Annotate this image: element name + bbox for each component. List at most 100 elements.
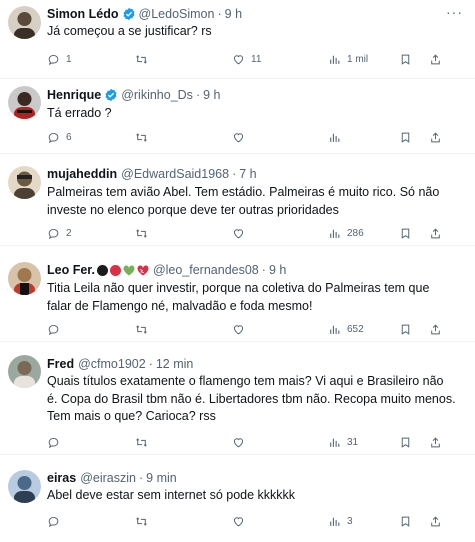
user-handle[interactable]: @rikinho_Ds — [121, 87, 193, 103]
tweet-text: Tá errado ? — [47, 106, 112, 120]
view-count: 652 — [347, 323, 364, 335]
tweet[interactable]: Leo Fer. @leo_fernandes08 · 9 h Titia Le… — [0, 246, 475, 342]
view-count: 286 — [347, 227, 364, 239]
reply-icon — [48, 324, 59, 335]
tweet-header: Leo Fer. @leo_fernandes08 · 9 h — [47, 262, 286, 278]
view-count: 31 — [347, 436, 359, 448]
bookmark-button[interactable] — [399, 434, 412, 450]
retweet-button[interactable] — [135, 513, 154, 529]
bookmark-button[interactable] — [399, 51, 412, 67]
like-button[interactable] — [232, 129, 251, 145]
avatar[interactable] — [8, 86, 41, 119]
timestamp[interactable]: 7 h — [239, 166, 256, 182]
views-chart-icon — [330, 325, 340, 334]
share-icon — [431, 515, 440, 526]
tweet-header: Henrique @rikinho_Ds · 9 h — [47, 87, 221, 103]
like-button[interactable] — [232, 513, 251, 529]
views-button[interactable]: 31 — [328, 434, 358, 450]
view-count: 1 mil — [347, 53, 369, 65]
views-chart-icon — [330, 133, 340, 142]
user-handle[interactable]: @eiraszin — [80, 470, 136, 486]
bookmark-icon — [401, 54, 410, 65]
display-name[interactable]: mujaheddin — [47, 166, 117, 182]
user-handle[interactable]: @LedoSimon — [139, 6, 215, 22]
display-name[interactable]: Henrique — [47, 87, 101, 103]
views-button[interactable]: 652 — [328, 321, 364, 337]
like-button[interactable] — [232, 321, 251, 337]
reply-button[interactable] — [47, 434, 66, 450]
mended-heart-icon — [137, 264, 149, 275]
tweet-actions: 2 286 — [47, 225, 463, 241]
tweet-actions: 31 — [47, 434, 463, 450]
bookmark-button[interactable] — [399, 129, 412, 145]
user-handle[interactable]: @cfmo1902 — [78, 356, 146, 372]
share-icon — [431, 131, 440, 142]
reply-button[interactable]: 1 — [47, 51, 72, 67]
retweet-button[interactable] — [135, 51, 154, 67]
bookmark-button[interactable] — [399, 321, 412, 337]
views-chart-icon — [330, 517, 340, 526]
tweet-text: Palmeiras tem avião Abel. Tem estádio. P… — [47, 185, 440, 217]
retweet-button[interactable] — [135, 129, 154, 145]
reply-button[interactable]: 6 — [47, 129, 72, 145]
display-name[interactable]: Fred — [47, 356, 74, 372]
heart-icon — [233, 228, 244, 238]
tweet[interactable]: Fred @cfmo1902 · 12 min Quais títulos ex… — [0, 342, 475, 455]
reply-button[interactable]: 2 — [47, 225, 72, 241]
like-button[interactable] — [232, 225, 251, 241]
timestamp[interactable]: 12 min — [156, 356, 194, 372]
avatar[interactable] — [8, 262, 41, 295]
share-button[interactable] — [429, 51, 442, 67]
bookmark-button[interactable] — [399, 513, 412, 529]
views-button[interactable] — [328, 129, 347, 145]
timestamp[interactable]: 9 h — [225, 6, 242, 22]
tweet-actions: 652 — [47, 321, 463, 337]
separator-dot: · — [148, 357, 153, 371]
reply-button[interactable] — [47, 321, 66, 337]
avatar[interactable] — [8, 6, 41, 39]
share-button[interactable] — [429, 321, 442, 337]
bookmark-icon — [401, 516, 410, 527]
separator-dot: · — [195, 88, 201, 102]
timestamp[interactable]: 9 min — [146, 470, 177, 486]
like-button[interactable]: 11 — [232, 51, 261, 67]
display-name[interactable]: Simon Lédo — [47, 6, 119, 22]
like-count: 11 — [251, 53, 262, 65]
share-button[interactable] — [429, 225, 442, 241]
tweet[interactable]: mujaheddin @EdwardSaid1968 · 7 h Palmeir… — [0, 154, 475, 246]
tweet[interactable]: Simon Lédo @LedoSimon · 9 h ··· Já começ… — [0, 0, 475, 79]
timestamp[interactable]: 9 h — [269, 262, 286, 278]
user-handle[interactable]: @leo_fernandes08 — [153, 262, 259, 278]
views-button[interactable]: 1 mil — [328, 51, 368, 67]
like-button[interactable] — [232, 434, 251, 450]
verified-badge-icon — [105, 88, 117, 102]
retweet-button[interactable] — [135, 321, 154, 337]
black-circle-icon — [96, 264, 108, 276]
share-button[interactable] — [429, 513, 442, 529]
retweet-button[interactable] — [135, 225, 154, 241]
user-handle[interactable]: @EdwardSaid1968 — [121, 166, 229, 182]
share-button[interactable] — [429, 434, 442, 450]
display-name[interactable]: Leo Fer. — [47, 262, 95, 278]
bookmark-button[interactable] — [399, 225, 412, 241]
separator-dot: · — [217, 7, 222, 21]
views-chart-icon — [330, 55, 340, 64]
display-name[interactable]: eiras — [47, 470, 76, 486]
verified-badge-icon — [123, 7, 135, 21]
avatar[interactable] — [8, 470, 41, 503]
share-button[interactable] — [429, 129, 442, 145]
reply-button[interactable] — [47, 513, 66, 529]
views-button[interactable]: 3 — [328, 513, 353, 529]
timestamp[interactable]: 9 h — [203, 87, 220, 103]
tweet[interactable]: eiras @eiraszin · 9 min Abel deve estar … — [0, 455, 475, 542]
more-options-icon[interactable]: ··· — [446, 4, 463, 20]
heart-icon — [233, 54, 244, 64]
views-button[interactable]: 286 — [328, 225, 364, 241]
tweet[interactable]: Henrique @rikinho_Ds · 9 h Tá errado ? 6 — [0, 79, 475, 154]
avatar[interactable] — [8, 166, 41, 199]
avatar[interactable] — [8, 355, 41, 388]
views-chart-icon — [330, 438, 340, 447]
bookmark-icon — [401, 437, 410, 448]
reply-icon — [48, 228, 59, 239]
retweet-button[interactable] — [135, 434, 154, 450]
